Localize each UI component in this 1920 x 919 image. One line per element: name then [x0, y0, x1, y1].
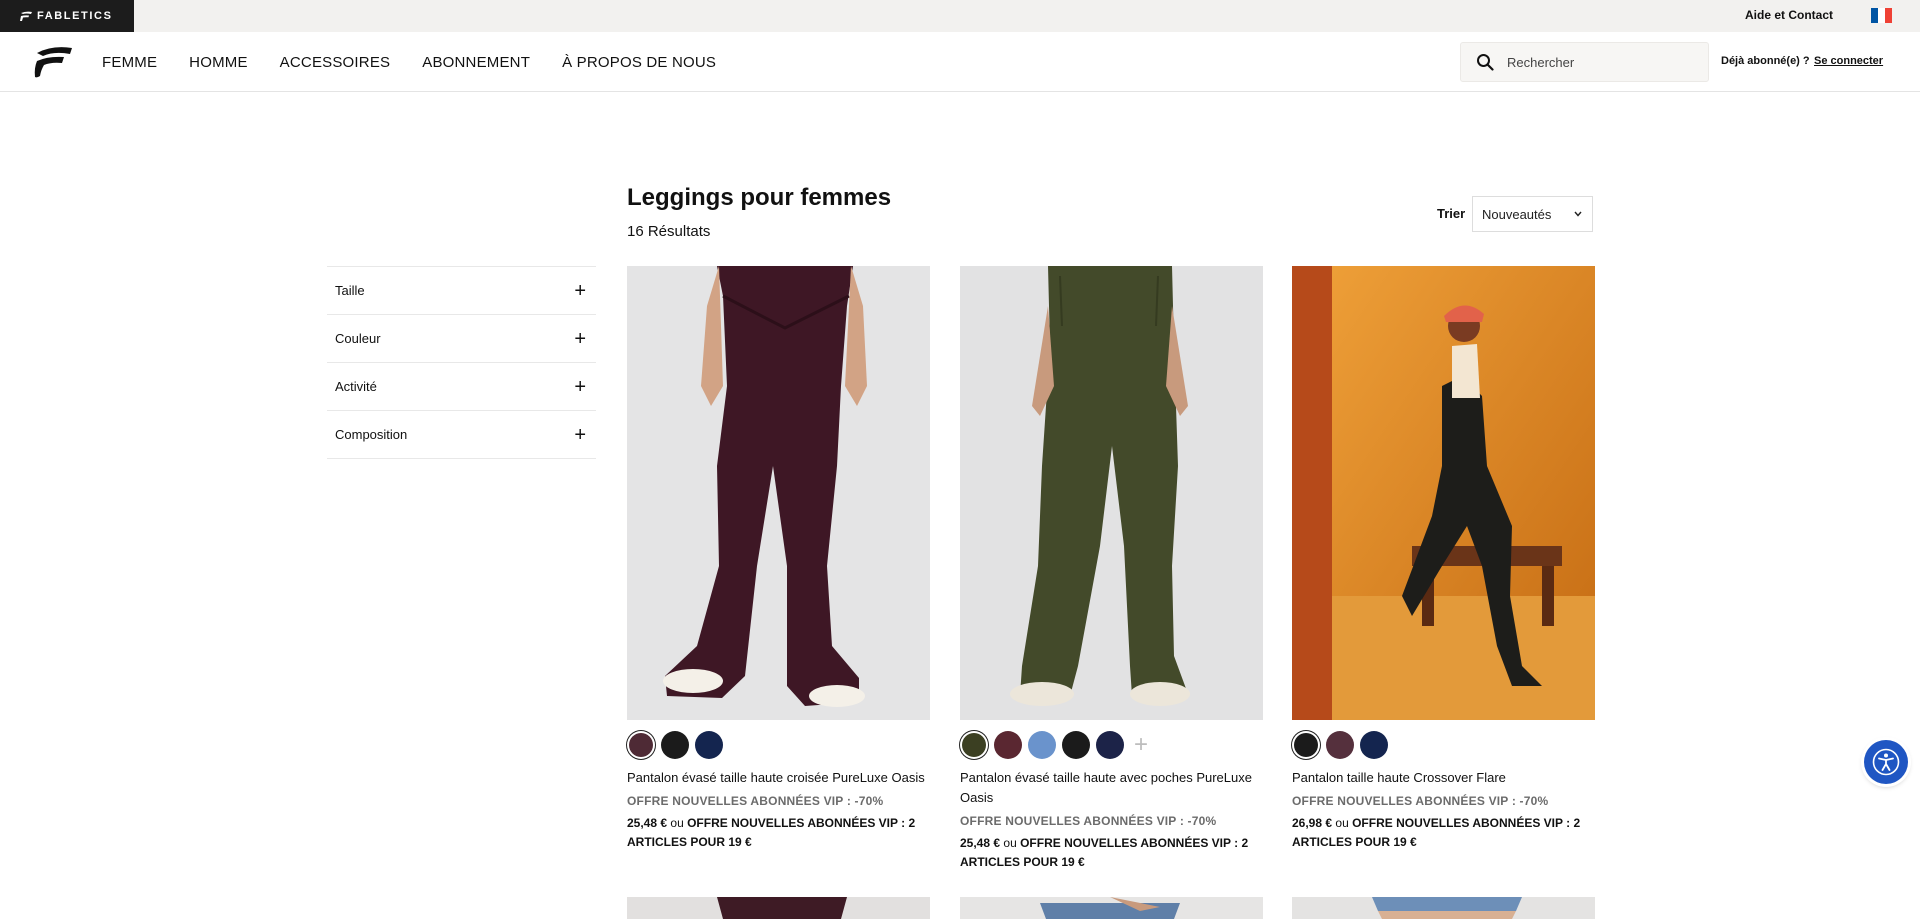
- product-name[interactable]: Pantalon évasé taille haute croisée Pure…: [627, 768, 930, 788]
- color-swatch[interactable]: [994, 731, 1022, 759]
- main-header: FEMME HOMME ACCESSOIRES ABONNEMENT À PRO…: [0, 32, 1920, 92]
- filter-couleur[interactable]: Couleur +: [327, 315, 596, 363]
- result-count: 16 Résultats: [627, 223, 711, 240]
- product-price: 26,98 € ou OFFRE NOUVELLES ABONNÉES VIP …: [1292, 814, 1595, 852]
- product-offer: OFFRE NOUVELLES ABONNÉES VIP : -70%: [627, 794, 884, 808]
- flag-stripe-red: [1885, 8, 1892, 23]
- product-image[interactable]: [960, 897, 1263, 919]
- price-value: 25,48 €: [627, 816, 668, 830]
- product-offer: OFFRE NOUVELLES ABONNÉES VIP : -70%: [960, 814, 1217, 828]
- color-swatch[interactable]: [661, 731, 689, 759]
- nav-homme[interactable]: HOMME: [189, 54, 248, 71]
- color-swatch[interactable]: [1360, 731, 1388, 759]
- color-swatch[interactable]: [1062, 731, 1090, 759]
- filter-sidebar: Taille + Couleur + Activité + Compositio…: [327, 266, 596, 459]
- plus-icon: +: [574, 279, 586, 302]
- filter-activite[interactable]: Activité +: [327, 363, 596, 411]
- color-swatch[interactable]: [695, 731, 723, 759]
- color-swatch[interactable]: [962, 733, 986, 757]
- utility-bar: FABLETICS Aide et Contact: [0, 0, 1920, 32]
- filter-label: Composition: [335, 427, 408, 442]
- product-offer: OFFRE NOUVELLES ABONNÉES VIP : -70%: [1292, 794, 1549, 808]
- color-swatch[interactable]: [1294, 733, 1318, 757]
- filter-label: Taille: [335, 283, 365, 298]
- accessibility-icon: [1872, 748, 1900, 776]
- plus-icon: +: [574, 327, 586, 350]
- product-price: 25,48 € ou OFFRE NOUVELLES ABONNÉES VIP …: [960, 834, 1263, 872]
- price-or: ou: [670, 816, 684, 830]
- page-title: Leggings pour femmes: [627, 184, 892, 211]
- color-swatches: [627, 730, 930, 760]
- flag-stripe-blue: [1871, 8, 1878, 23]
- nav-accessoires[interactable]: ACCESSOIRES: [280, 54, 391, 71]
- plus-icon: +: [574, 423, 586, 446]
- main-nav: FEMME HOMME ACCESSOIRES ABONNEMENT À PRO…: [102, 32, 716, 92]
- product-image[interactable]: [960, 266, 1263, 720]
- search-input[interactable]: [1507, 54, 1697, 70]
- filter-label: Couleur: [335, 331, 381, 346]
- price-value: 25,48 €: [960, 836, 1001, 850]
- product-image[interactable]: [1292, 266, 1595, 720]
- product-image[interactable]: [1292, 897, 1595, 919]
- sort-select[interactable]: Nouveautés: [1472, 196, 1593, 232]
- login-link[interactable]: Se connecter: [1814, 55, 1883, 67]
- product-card[interactable]: Pantalon taille haute Crossover Flare OF…: [1292, 266, 1595, 852]
- product-card[interactable]: + Pantalon évasé taille haute avec poche…: [960, 266, 1263, 872]
- filter-taille[interactable]: Taille +: [327, 267, 596, 315]
- filter-label: Activité: [335, 379, 377, 394]
- member-prompt: Déjà abonné(e) ?: [1721, 55, 1810, 67]
- product-name[interactable]: Pantalon taille haute Crossover Flare: [1292, 768, 1595, 788]
- product-name[interactable]: Pantalon évasé taille haute avec poches …: [960, 768, 1263, 808]
- brand-tab[interactable]: FABLETICS: [0, 0, 134, 32]
- price-value: 26,98 €: [1292, 816, 1333, 830]
- product-card[interactable]: Pantalon évasé taille haute croisée Pure…: [627, 266, 930, 852]
- filter-composition[interactable]: Composition +: [327, 411, 596, 459]
- color-swatches: +: [960, 730, 1263, 760]
- color-swatch[interactable]: [629, 733, 653, 757]
- color-swatches: [1292, 730, 1595, 760]
- price-or: ou: [1335, 816, 1349, 830]
- sort-value: Nouveautés: [1482, 206, 1552, 222]
- chevron-down-icon: [1574, 209, 1582, 220]
- product-image[interactable]: [627, 897, 930, 919]
- price-or: ou: [1003, 836, 1017, 850]
- help-contact-link[interactable]: Aide et Contact: [1745, 8, 1833, 22]
- france-flag-icon[interactable]: [1871, 8, 1892, 23]
- flag-stripe-white: [1878, 8, 1885, 23]
- search-icon[interactable]: [1465, 42, 1505, 82]
- color-swatch[interactable]: [1326, 731, 1354, 759]
- product-price: 25,48 € ou OFFRE NOUVELLES ABONNÉES VIP …: [627, 814, 930, 852]
- fabletics-mini-logo-icon: [20, 11, 32, 21]
- nav-a-propos[interactable]: À PROPOS DE NOUS: [562, 54, 716, 71]
- nav-abonnement[interactable]: ABONNEMENT: [422, 54, 530, 71]
- search-box[interactable]: [1460, 42, 1709, 82]
- color-swatch[interactable]: [1028, 731, 1056, 759]
- more-colors-icon[interactable]: +: [1134, 733, 1148, 757]
- brand-name: FABLETICS: [37, 10, 113, 22]
- plus-icon: +: [574, 375, 586, 398]
- color-swatch[interactable]: [1096, 731, 1124, 759]
- fabletics-logo-icon[interactable]: [34, 44, 74, 80]
- accessibility-button[interactable]: [1864, 740, 1908, 784]
- nav-femme[interactable]: FEMME: [102, 54, 157, 71]
- sort-label: Trier: [1437, 206, 1466, 221]
- product-image[interactable]: [627, 266, 930, 720]
